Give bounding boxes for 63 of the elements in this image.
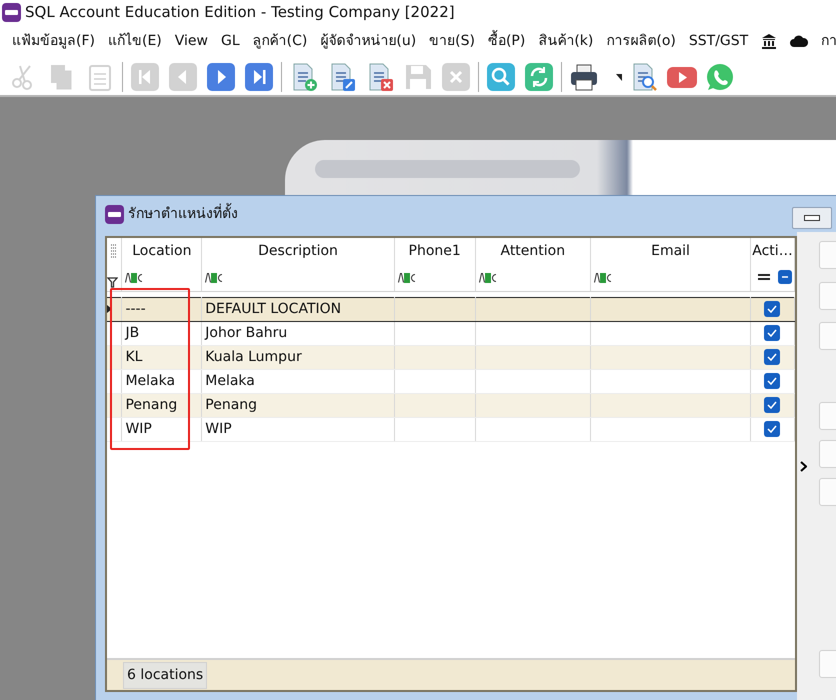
row-pointer-icon bbox=[107, 305, 112, 313]
table-cell: Johor Bahru bbox=[202, 321, 394, 345]
cloud-icon[interactable] bbox=[790, 35, 808, 47]
text-filter-icon[interactable] bbox=[594, 272, 612, 283]
menu-item[interactable]: แฟ้มข้อมูล(F) bbox=[12, 30, 95, 52]
menu-item[interactable]: สินค้า(k) bbox=[538, 30, 594, 52]
table-cell: ---- bbox=[122, 297, 202, 321]
table-cell: WIP bbox=[202, 417, 394, 441]
column-header[interactable]: Location bbox=[122, 238, 202, 265]
checkbox[interactable] bbox=[764, 348, 780, 365]
child-window-title: รักษาตำแหน่งที่ตั้ง bbox=[128, 204, 238, 224]
record-count: 6 locations bbox=[123, 662, 208, 688]
table-row[interactable]: WIP WIP bbox=[107, 417, 794, 441]
window-title: SQL Account Education Edition - Testing Company [2022] bbox=[25, 2, 455, 23]
column-header[interactable]: Email bbox=[590, 238, 750, 265]
menu-item[interactable]: แก้ไข(E) bbox=[108, 30, 162, 52]
column-header[interactable]: Description bbox=[202, 238, 394, 265]
checkbox[interactable] bbox=[764, 324, 780, 341]
table-row[interactable]: Penang Penang bbox=[107, 393, 794, 417]
equals-icon[interactable] bbox=[758, 274, 770, 280]
text-filter-icon[interactable] bbox=[125, 272, 144, 283]
column-header[interactable]: Attention bbox=[475, 238, 591, 265]
menu-item[interactable]: ซื้อ(P) bbox=[488, 30, 526, 52]
app-logo-icon bbox=[2, 2, 21, 22]
menu-item[interactable]: ลูกค้า(C) bbox=[252, 30, 308, 52]
select-all-checkbox-icon[interactable] bbox=[778, 270, 792, 284]
table-cell: DEFAULT LOCATION bbox=[202, 297, 394, 321]
menu-item[interactable]: GL bbox=[221, 30, 240, 52]
menu-item[interactable]: กา bbox=[821, 30, 836, 52]
table-cell: KL bbox=[122, 345, 202, 369]
checkbox[interactable] bbox=[764, 300, 780, 317]
app-logo-icon bbox=[105, 204, 124, 224]
menu-item[interactable]: ผู้จัดจำหน่าย(u) bbox=[320, 30, 416, 52]
filter-icon[interactable] bbox=[107, 277, 118, 288]
table-cell: JB bbox=[122, 321, 202, 345]
table-cell: Kuala Lumpur bbox=[202, 345, 394, 369]
text-filter-icon[interactable] bbox=[478, 272, 497, 283]
checkbox[interactable] bbox=[764, 420, 780, 437]
checkbox[interactable] bbox=[764, 372, 780, 389]
last-record-icon[interactable] bbox=[243, 60, 275, 92]
column-header[interactable]: Acti… bbox=[750, 238, 794, 265]
minimize-icon bbox=[804, 215, 820, 221]
table-row[interactable]: KL Kuala Lumpur bbox=[107, 345, 794, 369]
table-row[interactable]: JB Johor Bahru bbox=[107, 321, 794, 345]
minimize-button[interactable] bbox=[792, 207, 832, 229]
text-filter-icon[interactable] bbox=[398, 272, 416, 283]
menu-item[interactable]: ขาย(S) bbox=[429, 30, 475, 52]
menu-item[interactable]: SST/GST bbox=[688, 30, 748, 52]
table-cell: Penang bbox=[122, 393, 202, 417]
next-icon[interactable] bbox=[205, 60, 237, 92]
table-cell: Penang bbox=[202, 393, 394, 417]
text-filter-icon[interactable] bbox=[205, 272, 224, 283]
table-row[interactable]: ---- DEFAULT LOCATION bbox=[107, 297, 794, 321]
table-row[interactable]: Melaka Melaka bbox=[107, 369, 794, 393]
table-cell: WIP bbox=[122, 417, 202, 441]
bank-icon[interactable] bbox=[761, 33, 778, 49]
checkbox[interactable] bbox=[764, 396, 780, 413]
column-header[interactable]: Phone1 bbox=[394, 238, 476, 265]
column-chooser-icon[interactable] bbox=[110, 244, 118, 258]
menu-item[interactable]: View bbox=[174, 30, 208, 52]
table-cell: Melaka bbox=[122, 369, 202, 393]
table-cell: Melaka bbox=[202, 369, 394, 393]
menu-item[interactable]: การผลิต(o) bbox=[606, 30, 676, 52]
